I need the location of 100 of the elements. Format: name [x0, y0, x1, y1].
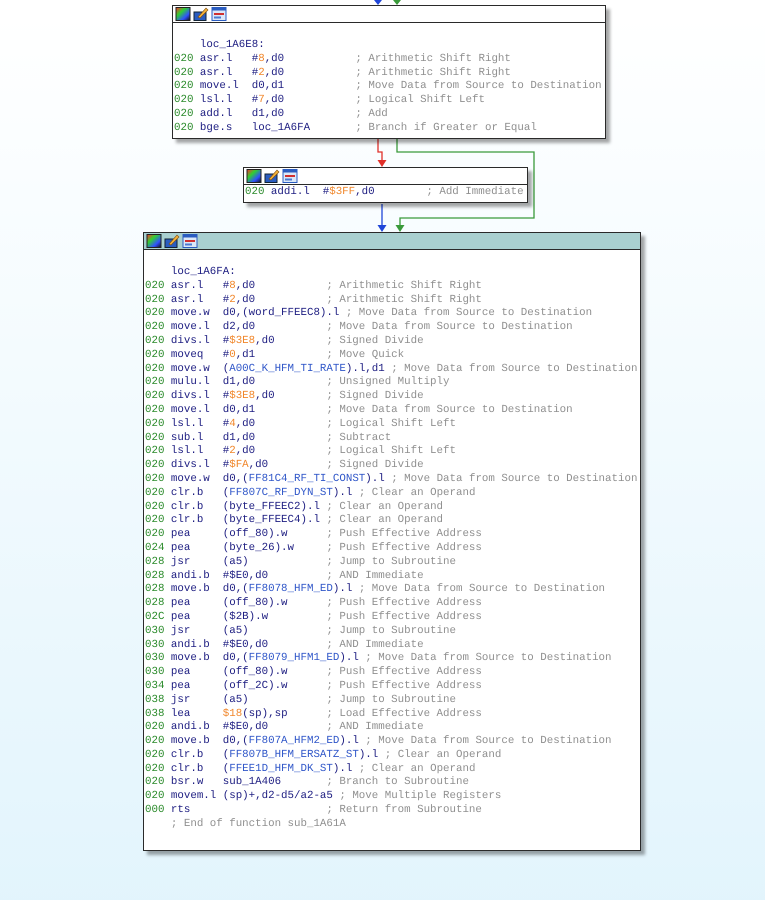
stack-offset: 020 [145, 307, 166, 322]
comment-text: ; AND Immediate [326, 638, 424, 652]
comment-text: ; Push Effective Address [326, 680, 482, 694]
comment-text: ; Jump to Subroutine [326, 624, 456, 639]
stack-offset: 034 [145, 680, 166, 694]
label-text: loc_1A6E8: [200, 39, 265, 53]
comment-text: ; Move Data from Source to Destination [358, 583, 606, 597]
stack-offset: 020 [145, 294, 166, 308]
stack-offset: 030 [145, 638, 166, 652]
stack-offset: 020 [145, 280, 166, 294]
comment-text: ; Branch if Greater or Equal [355, 122, 537, 136]
stack-offset: 000 [145, 804, 166, 818]
comment-text: ; End of function sub_1A61A [170, 818, 346, 832]
instruction-text: asr.l #8,d0 [170, 280, 256, 294]
stack-offset: 020 [145, 459, 166, 473]
pencil-icon[interactable] [264, 169, 280, 183]
instruction-text: asr.l #2,d0 [200, 66, 286, 80]
comment-text: ; Jump to Subroutine [326, 556, 456, 570]
comment-text: ; Move Data from Source to Destination [326, 321, 573, 335]
comment-text: ; Push Effective Address [326, 542, 482, 556]
comment-text: ; Push Effective Address [326, 666, 482, 680]
instruction-text: divs.l #$3E8,d0 [170, 390, 276, 404]
label-text: loc_1A6FA: [170, 266, 236, 280]
instruction-text: movem.l (sp)+,d2-d5/a2-a5 [170, 790, 334, 804]
color-palette-icon[interactable] [175, 7, 191, 21]
stack-offset: 020 [174, 66, 194, 80]
comment-text: ; Unsigned Multiply [326, 376, 450, 390]
stack-offset: 028 [145, 597, 166, 611]
instruction-text: move.w d0,(word_FFEEC8).l [170, 307, 340, 321]
stack-offset: 020 [145, 721, 166, 736]
stack-offset: 020 [174, 80, 194, 94]
instruction-text: move.l d0,d1 [200, 80, 286, 94]
instruction-text: pea (off_80).w [170, 528, 289, 542]
comment-text: ; Signed Divide [326, 390, 424, 404]
stack-offset: 020 [145, 321, 166, 335]
comment-text: ; Clear an Operand [326, 500, 444, 514]
comment-text: ; Move Data from Source to Destination [365, 652, 612, 666]
stack-offset: 020 [145, 362, 166, 376]
stack-offset: 02C [145, 610, 166, 625]
comment-text: ; Move Quick [326, 348, 404, 363]
stack-offset: 020 [145, 418, 166, 432]
comment-text: ; Signed Divide [326, 334, 424, 349]
instruction-text: andi.b #$E0,d0 [170, 570, 270, 583]
instruction-text: divs.l #$3E8,d0 [170, 334, 276, 349]
stack-offset: 020 [174, 122, 194, 136]
instruction-text: move.w d0,(FF81C4_RF_TI_CONST).l [170, 472, 386, 487]
instruction-text: move.b d0,(FF807A_HFM2_ED).l [170, 735, 360, 749]
instruction-text: moveq #0,d1 [170, 348, 256, 363]
stack-offset: 030 [145, 624, 166, 639]
color-palette-icon[interactable] [246, 169, 262, 183]
comment-text: ; Clear an Operand [326, 514, 444, 528]
comment-text: ; Logical Shift Left [326, 418, 456, 432]
comment-text: ; Logical Shift Left [326, 445, 456, 459]
comment-text: ; Clear an Operand [358, 762, 476, 776]
comment-text: ; AND Immediate [326, 721, 424, 735]
comment-text: ; Jump to Subroutine [326, 694, 456, 708]
instruction-text: clr.b (FF807C_RF_DYN_ST).l [170, 486, 354, 501]
window-icon[interactable] [211, 7, 227, 21]
instruction-text: asr.l #2,d0 [170, 294, 256, 307]
instruction-text: clr.b (FFEE1D_HFM_DK_ST).l [170, 762, 354, 776]
instruction-text: move.b d0,(FF8079_HFM1_ED).l [170, 652, 360, 666]
comment-text: ; Move Data from Source to Destination [326, 404, 573, 418]
stack-offset: 020 [145, 390, 166, 404]
instruction-text: pea (off_80).w [170, 597, 289, 611]
color-palette-icon[interactable] [146, 234, 162, 248]
stack-offset: 020 [145, 445, 166, 460]
instruction-text: asr.l #8,d0 [200, 52, 286, 67]
comment-text: ; Move Multiple Registers [339, 790, 502, 804]
instruction-text: clr.b (byte_FFEEC4).l [170, 514, 321, 528]
stack-offset: 020 [145, 735, 166, 749]
instruction-text: jsr (a5) [170, 694, 250, 708]
stack-offset: 020 [145, 404, 166, 418]
instruction-text: rts [170, 804, 192, 818]
window-icon[interactable] [182, 234, 198, 248]
instruction-text: pea ($2B).w [170, 610, 270, 625]
comment-text: ; AND Immediate [326, 570, 424, 583]
instruction-text: pea (off_2C).w [170, 680, 289, 694]
stack-offset: 030 [145, 652, 166, 666]
comment-text: ; Move Data from Source to Destination [346, 307, 592, 321]
stack-offset: 038 [145, 708, 166, 722]
instruction-text: jsr (a5) [170, 556, 250, 570]
comment-text: ; Push Effective Address [326, 597, 482, 611]
comment-text: ; Logical Shift Left [355, 94, 485, 108]
instruction-text: lsl.l #7,d0 [200, 94, 286, 108]
window-icon[interactable] [282, 169, 298, 183]
stack-offset: 020 [145, 376, 166, 390]
instruction-text: addi.l #$3FF,d0 [270, 186, 376, 200]
instruction-text: move.l d2,d0 [170, 321, 256, 335]
instruction-text: lsl.l #2,d0 [170, 445, 256, 459]
instruction-text: andi.b #$E0,d0 [170, 638, 270, 652]
stack-offset: 020 [145, 334, 166, 349]
instruction-text: divs.l #$FA,d0 [170, 459, 270, 473]
comment-text: ; Arithmetic Shift Right [355, 52, 511, 67]
instruction-text: jsr (a5) [170, 624, 250, 639]
stack-offset: 030 [145, 666, 166, 680]
pencil-icon[interactable] [193, 7, 209, 21]
instruction-text: pea (byte_26).w [170, 542, 296, 556]
instruction-text: clr.b (FF807B_HFM_ERSATZ_ST).l [170, 748, 380, 763]
comment-text: ; Push Effective Address [326, 528, 482, 542]
pencil-icon[interactable] [164, 234, 180, 248]
